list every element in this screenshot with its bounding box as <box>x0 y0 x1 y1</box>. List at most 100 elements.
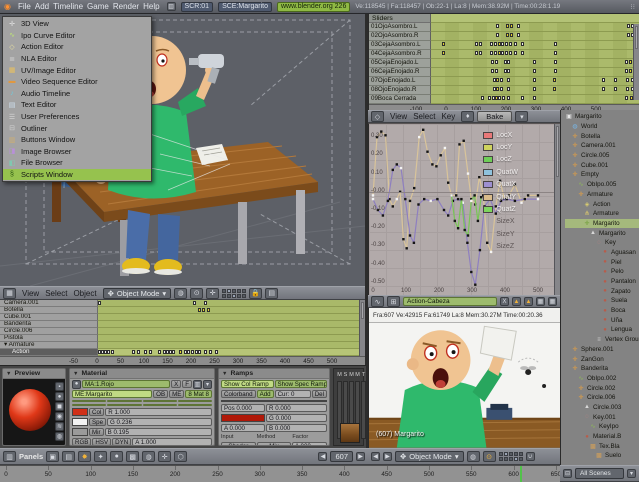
keyframe-icon[interactable] <box>509 42 512 46</box>
outliner-item-piel[interactable]: ●Piel <box>565 257 639 267</box>
blender-url-button[interactable]: www.blender.org 226 <box>277 2 350 12</box>
keyframe-icon[interactable] <box>179 350 182 354</box>
action-menu-key[interactable]: Key <box>438 112 458 121</box>
colorband-add-button[interactable]: Add <box>257 390 274 398</box>
outliner-item-circle-003[interactable]: ▲Circle.003 <box>565 403 639 413</box>
channel-keys[interactable] <box>431 50 639 59</box>
keyframe-icon[interactable] <box>626 87 629 91</box>
keyframe-icon[interactable] <box>111 350 114 354</box>
script-buttons-icon[interactable]: ▤ <box>62 451 75 462</box>
ramp-a-slider[interactable]: A 0.000 <box>221 424 265 432</box>
vertical-slider[interactable] <box>361 381 366 439</box>
outliner-item-circle-005[interactable]: ✛Circle.005 <box>565 151 639 161</box>
render-button[interactable]: ▤ <box>265 288 278 299</box>
ipo-channel-quatz[interactable]: QuatZ <box>483 203 518 215</box>
keyframe-icon[interactable] <box>144 350 147 354</box>
keyframe-icon[interactable] <box>554 51 557 55</box>
ramp-g-slider[interactable]: G 0.000 <box>266 414 327 422</box>
keyframe-icon[interactable] <box>521 42 524 46</box>
mirror-color-swatch[interactable] <box>72 428 88 436</box>
keyframe-icon[interactable] <box>504 60 507 64</box>
menu-help[interactable]: Help <box>141 2 161 11</box>
logic-buttons-icon[interactable]: ▣ <box>46 451 59 462</box>
dope-row-name[interactable]: Circle.006 <box>0 328 98 335</box>
window-grip-icon[interactable]: ⁝⁝ <box>631 3 635 11</box>
editing-buttons-icon[interactable]: ⬡ <box>174 451 187 462</box>
menu-item-scripts-window[interactable]: §Scripts Window <box>3 169 151 181</box>
dope-row-name[interactable]: Botella <box>0 307 98 314</box>
ramp-input-select[interactable]: Shader <box>221 442 256 446</box>
keyframe-icon[interactable] <box>496 33 499 37</box>
channel-name[interactable]: 01OjoAsombro.L <box>369 23 431 32</box>
layer-buttons[interactable] <box>499 452 523 461</box>
dope-row-keys[interactable] <box>98 335 365 342</box>
lock-icon[interactable]: 🔒 <box>249 288 262 299</box>
colorband-del-button[interactable]: Del <box>312 390 327 398</box>
manipulator-icon[interactable]: ✛ <box>206 288 219 299</box>
keyframe-icon[interactable] <box>501 51 504 55</box>
blender-logo-icon[interactable]: ◉ <box>4 2 11 11</box>
texture-buttons-icon[interactable]: ▩ <box>126 451 139 462</box>
keyframe-icon[interactable] <box>149 350 152 354</box>
window-type-icon[interactable]: ∿ <box>371 296 384 307</box>
menu-item-ipo-curve-editor[interactable]: ∿Ipo Curve Editor <box>3 30 151 42</box>
keyframe-icon[interactable] <box>510 24 513 28</box>
menu-item-file-browser[interactable]: ◧File Browser <box>3 157 151 169</box>
channel-name[interactable]: 05CejaEnojado.L <box>369 59 431 68</box>
ob-link-button[interactable]: OB <box>153 390 168 398</box>
forward-icon[interactable]: ▶ <box>383 452 392 461</box>
spe-button[interactable]: Spe <box>89 418 106 426</box>
dyn-button[interactable]: DYN <box>112 438 131 446</box>
keyframe-icon[interactable] <box>493 87 496 91</box>
material-name-field[interactable]: MA:1.Rojo <box>82 380 170 388</box>
fcurve-up-icon[interactable]: ▲ <box>512 297 521 306</box>
keyframe-icon[interactable] <box>533 78 536 82</box>
outliner-item-zapato[interactable]: ●Zapato <box>565 286 639 296</box>
menu-timeline[interactable]: Timeline <box>51 2 85 11</box>
channel-name[interactable]: 06CejaEnojado.R <box>369 68 431 77</box>
keyframe-icon[interactable] <box>442 51 445 55</box>
keyframe-icon[interactable] <box>209 350 212 354</box>
menu-game[interactable]: Game <box>85 2 111 11</box>
diffuse-color-swatch[interactable] <box>72 408 88 416</box>
keyframe-icon[interactable] <box>98 301 101 305</box>
chevron-down-icon[interactable]: ▾ <box>627 469 636 478</box>
outliner-item-obipo-002[interactable]: ∿ObIpo.002 <box>565 374 639 384</box>
ipo-channel-quatx[interactable]: QuatX <box>483 179 518 191</box>
color-b-slider[interactable]: B 0.195 <box>105 428 212 436</box>
outliner-item-margarito[interactable]: ▲Margarito <box>565 228 639 238</box>
keyframe-icon[interactable] <box>494 42 497 46</box>
keyframe-icon[interactable] <box>490 51 493 55</box>
back-icon[interactable]: ◀ <box>371 452 380 461</box>
outliner-item-pantalon[interactable]: ●Pantalon <box>565 277 639 287</box>
preview-sphere-icon[interactable]: ● <box>55 392 64 401</box>
world-buttons-icon[interactable]: ◍ <box>142 451 155 462</box>
keyframe-icon[interactable] <box>488 96 491 100</box>
ipo-channel-locx[interactable]: LocX <box>483 129 518 141</box>
outliner-item-suela[interactable]: ●Suela <box>565 296 639 306</box>
keyframe-icon[interactable] <box>207 308 210 312</box>
color-r-slider[interactable]: R 1.000 <box>105 408 212 416</box>
menu-item-nla-editor[interactable]: ≣NLA Editor <box>3 53 151 65</box>
sliders-header[interactable]: Sliders <box>369 14 431 23</box>
keyframe-icon[interactable] <box>602 78 605 82</box>
keyframe-icon[interactable] <box>479 42 482 46</box>
ipo-channel-quatw[interactable]: QuatW <box>483 166 518 178</box>
outliner-item-keyipo[interactable]: ∿KeyIpo <box>565 422 639 432</box>
keyframe-icon[interactable] <box>533 96 536 100</box>
dope-row-keys[interactable] <box>98 328 365 335</box>
keyframe-icon[interactable] <box>493 78 496 82</box>
outliner-item-tex-bla[interactable]: ▩Tex.Bla <box>565 441 639 451</box>
keyframe-icon[interactable] <box>504 69 507 73</box>
outliner-item-boca[interactable]: ●Boca <box>565 306 639 316</box>
me-link-button[interactable]: ME <box>169 390 184 398</box>
ramps-panel-header[interactable]: ▼Ramps <box>219 369 329 379</box>
keyframe-icon[interactable] <box>198 308 201 312</box>
keyframe-icon[interactable] <box>491 60 494 64</box>
keyframe-icon[interactable] <box>521 51 524 55</box>
menu-item-image-browser[interactable]: ◨Image Browser <box>3 146 151 158</box>
channel-keys[interactable] <box>431 77 639 86</box>
keyframe-icon[interactable] <box>500 87 503 91</box>
keyframe-icon[interactable] <box>500 78 503 82</box>
keyframe-icon[interactable] <box>554 42 557 46</box>
